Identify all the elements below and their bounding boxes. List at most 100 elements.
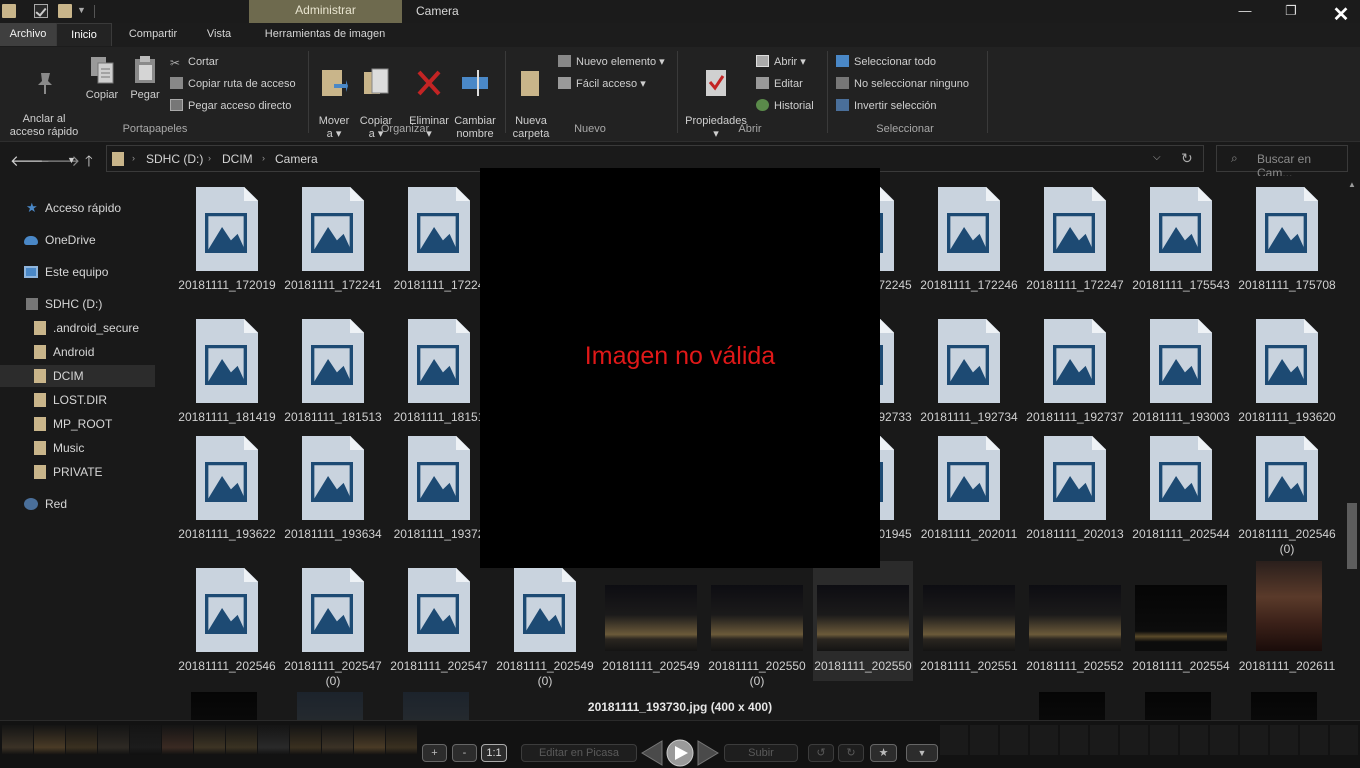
filmstrip-thumbnail[interactable] [1060, 725, 1088, 755]
copy-path-button[interactable]: Copiar ruta de acceso [170, 77, 296, 91]
address-dropdown-icon[interactable]: ⌵ [1153, 152, 1161, 163]
file-tile[interactable]: 20181111_202013 [1025, 429, 1125, 549]
select-none-button[interactable]: No seleccionar ninguno [836, 77, 969, 91]
breadcrumb-chevron-icon[interactable]: › [262, 153, 265, 163]
file-tile[interactable] [283, 686, 383, 720]
filmstrip-thumbnail[interactable] [1120, 725, 1148, 755]
filmstrip-thumbnail[interactable] [354, 725, 385, 755]
tab-vista[interactable]: Vista [196, 23, 242, 46]
sidebar-item-private[interactable]: PRIVATE [0, 461, 155, 483]
filmstrip-thumbnail[interactable] [1330, 725, 1358, 755]
file-tile[interactable]: 20181111_172247 [1025, 180, 1125, 300]
new-folder-button[interactable]: Nueva carpeta [510, 55, 552, 141]
sidebar-item-acceso-rapido[interactable]: ★ Acceso rápido [0, 197, 155, 219]
filmstrip-thumbnail[interactable] [130, 725, 161, 755]
more-options-button[interactable]: ▼ [906, 744, 938, 762]
customize-quick-access-dropdown-icon[interactable]: ▼ [77, 5, 86, 15]
rename-button[interactable]: Cambiar nombre [452, 55, 498, 141]
file-tile[interactable] [389, 686, 489, 720]
filmstrip-thumbnail[interactable] [2, 725, 33, 755]
open-button[interactable]: Abrir ▾ [756, 55, 806, 69]
sidebar-item-este-equipo[interactable]: Este equipo [0, 261, 155, 283]
sidebar-item-red[interactable]: Red [0, 493, 155, 515]
history-button[interactable]: Historial [756, 99, 814, 113]
zoom-in-button[interactable]: + [422, 744, 447, 762]
file-tile[interactable]: 20181111_181513 [283, 312, 383, 432]
rotate-left-button[interactable]: ↺ [808, 744, 834, 762]
edit-in-picasa-button[interactable]: Editar en Picasa [521, 744, 637, 762]
file-tile[interactable]: 20181111_202554 [1131, 561, 1231, 681]
filmstrip-thumbnail[interactable] [34, 725, 65, 755]
file-tile[interactable]: 20181111_19372 [389, 429, 489, 549]
file-tile[interactable]: 20181111_202549 (0) [495, 561, 595, 688]
scroll-up-icon[interactable]: ▲ [1348, 180, 1356, 189]
file-tile[interactable] [177, 686, 277, 720]
file-tile[interactable]: 20181111_175708 [1237, 180, 1337, 300]
file-tile[interactable] [1025, 686, 1125, 720]
star-button[interactable]: ★ [870, 744, 897, 762]
file-tile[interactable]: 20181111_202550 (0) [707, 561, 807, 688]
sidebar-item-android[interactable]: Android [0, 341, 155, 363]
file-tile[interactable]: 20181111_202547 (0) [283, 561, 383, 688]
refresh-icon[interactable]: ↻ [1181, 150, 1193, 167]
file-tile[interactable]: 20181111_202549 [601, 561, 701, 681]
breadcrumb-camera[interactable]: Camera [275, 152, 318, 166]
actual-size-button[interactable]: 1:1 [481, 744, 507, 762]
file-tile[interactable]: 20181111_175543 [1131, 180, 1231, 300]
file-tile[interactable]: 20181111_192734 [919, 312, 1019, 432]
filmstrip-thumbnail[interactable] [1300, 725, 1328, 755]
filmstrip-thumbnail[interactable] [1000, 725, 1028, 755]
filmstrip-thumbnail[interactable] [290, 725, 321, 755]
scrollbar-thumb[interactable] [1347, 503, 1357, 569]
properties-check-icon[interactable] [34, 4, 48, 18]
minimize-button[interactable]: — [1222, 1, 1268, 21]
filmstrip-thumbnail[interactable] [98, 725, 129, 755]
filmstrip-thumbnail[interactable] [226, 725, 257, 755]
filmstrip-thumbnail[interactable] [1210, 725, 1238, 755]
upload-button[interactable]: Subir [724, 744, 798, 762]
file-tile[interactable]: 20181111_18151 [389, 312, 489, 432]
filmstrip-thumbnail[interactable] [66, 725, 97, 755]
up-arrow-icon[interactable]: 🡑 [85, 151, 93, 176]
file-tile[interactable]: 20181111_202544 [1131, 429, 1231, 549]
file-tile[interactable]: 20181111_181419 [177, 312, 277, 432]
filmstrip-thumbnail[interactable] [1240, 725, 1268, 755]
file-tile[interactable]: 20181111_193634 [283, 429, 383, 549]
filmstrip-thumbnail[interactable] [1030, 725, 1058, 755]
filmstrip-thumbnail[interactable] [1180, 725, 1208, 755]
maximize-button[interactable]: ❐ [1268, 1, 1314, 21]
file-tile[interactable]: 20181111_193620 [1237, 312, 1337, 432]
filmstrip-thumbnail[interactable] [1090, 725, 1118, 755]
edit-button[interactable]: Editar [756, 77, 803, 91]
filmstrip-thumbnail[interactable] [322, 725, 353, 755]
file-tile[interactable]: 20181111_172019 [177, 180, 277, 300]
search-box[interactable]: ⌕ Buscar en Cam... [1216, 145, 1348, 180]
breadcrumb-sdhc[interactable]: SDHC (D:) [146, 152, 203, 166]
sidebar-item-sdhc[interactable]: SDHC (D:) [0, 293, 155, 315]
sidebar-item-music[interactable]: Music [0, 437, 155, 459]
file-tile[interactable]: 20181111_202547 [389, 561, 489, 681]
recent-locations-chevron-icon[interactable]: ▼ [67, 155, 76, 165]
cut-button[interactable]: ✂ Cortar [170, 55, 219, 69]
select-all-button[interactable]: Seleccionar todo [836, 55, 936, 69]
pin-quick-access-button[interactable]: Anclar al acceso rápido [6, 57, 82, 139]
tab-archivo[interactable]: Archivo [0, 23, 56, 46]
breadcrumb-chevron-icon[interactable]: › [208, 153, 211, 163]
tab-inicio[interactable]: Inicio [56, 23, 112, 46]
file-tile[interactable]: 20181111_202551 [919, 561, 1019, 681]
file-tile[interactable]: 20181111_202546 (0) [1237, 429, 1337, 556]
file-tile[interactable]: 20181111_202552 [1025, 561, 1125, 681]
sidebar-item-dcim[interactable]: DCIM [0, 365, 155, 387]
zoom-out-button[interactable]: - [452, 744, 477, 762]
file-tile[interactable] [1237, 686, 1337, 720]
invert-selection-button[interactable]: Invertir selección [836, 99, 937, 113]
file-tile[interactable]: 20181111_193003 [1131, 312, 1231, 432]
copy-button[interactable]: Copiar [84, 55, 120, 102]
vertical-scrollbar[interactable]: ▲ [1344, 176, 1360, 720]
contextual-tab-administrar[interactable]: Administrar [249, 0, 402, 23]
filmstrip-thumbnail[interactable] [970, 725, 998, 755]
sidebar-item-mp-root[interactable]: MP_ROOT [0, 413, 155, 435]
filmstrip-thumbnail[interactable] [386, 725, 417, 755]
new-folder-icon[interactable] [58, 4, 72, 18]
filmstrip-thumbnail[interactable] [1270, 725, 1298, 755]
